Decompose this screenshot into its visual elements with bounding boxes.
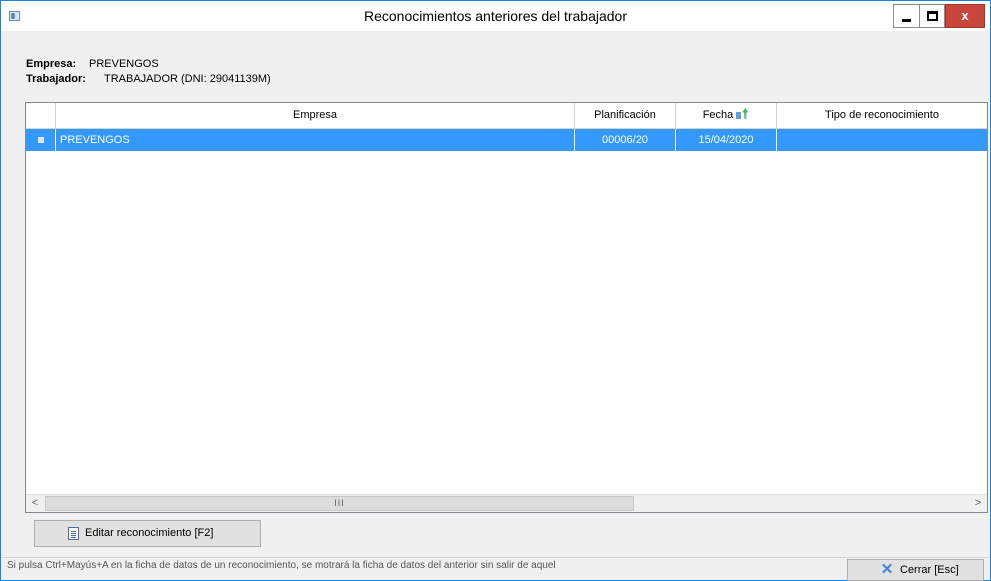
scroll-left-button[interactable]: < <box>26 495 44 512</box>
column-header-empresa[interactable]: Empresa <box>56 103 575 128</box>
column-header-fecha-label: Fecha <box>702 109 734 121</box>
column-header-fecha[interactable]: Fecha <box>676 103 777 128</box>
cell-tipo[interactable] <box>777 129 987 151</box>
status-bar: Si pulsa Ctrl+Mayús+A en la ficha de dat… <box>1 557 990 581</box>
column-header-planificacion[interactable]: Planificación <box>575 103 676 128</box>
edit-reconocimiento-button[interactable]: Editar reconocimiento [F2] <box>34 520 261 547</box>
dialog-window: Reconocimientos anteriores del trabajado… <box>0 0 991 581</box>
cell-empresa[interactable]: PREVENGOS <box>56 129 575 151</box>
edit-button-label: Editar reconocimiento [F2] <box>85 527 214 539</box>
scroll-right-button[interactable]: > <box>969 495 987 512</box>
empresa-value: PREVENGOS <box>89 58 159 70</box>
cell-fecha[interactable]: 15/04/2020 <box>676 129 777 151</box>
cerrar-button-label: Cerrar [Esc] <box>900 564 959 576</box>
window-title: Reconocimientos anteriores del trabajado… <box>363 8 628 24</box>
sort-icon <box>736 108 749 120</box>
empresa-label: Empresa: <box>26 58 77 70</box>
grid-header: Empresa Planificación Fecha Tipo de reco… <box>26 103 987 129</box>
trabajador-value: TRABAJADOR (DNI: 29041139M) <box>104 73 271 85</box>
cerrar-button[interactable]: ✕ Cerrar [Esc] <box>847 559 984 581</box>
window-close-button[interactable]: x <box>945 4 985 28</box>
reconocimientos-grid[interactable]: Empresa Planificación Fecha Tipo de reco… <box>25 102 988 513</box>
status-message: Si pulsa Ctrl+Mayús+A en la ficha de dat… <box>7 560 556 571</box>
empresa-info: Empresa: PREVENGOS <box>26 58 159 70</box>
trabajador-info: Trabajador: TRABAJADOR (DNI: 29041139M) <box>26 73 271 85</box>
title-bar[interactable]: Reconocimientos anteriores del trabajado… <box>1 1 990 31</box>
maximize-button[interactable] <box>919 4 945 28</box>
table-row[interactable]: PREVENGOS 00006/20 15/04/2020 <box>26 129 987 151</box>
horizontal-scrollbar[interactable]: < III > <box>26 494 987 512</box>
minimize-icon <box>902 19 911 22</box>
trabajador-label: Trabajador: <box>26 73 86 85</box>
minimize-button[interactable] <box>893 4 919 28</box>
close-icon: x <box>961 8 969 23</box>
document-icon <box>68 527 79 540</box>
header-corner[interactable] <box>26 103 56 128</box>
column-header-tipo[interactable]: Tipo de reconocimiento <box>777 103 987 128</box>
cell-planificacion[interactable]: 00006/20 <box>575 129 676 151</box>
maximize-icon <box>927 11 938 21</box>
row-indicator[interactable] <box>26 129 56 151</box>
row-selector-icon <box>38 137 44 143</box>
close-x-icon: ✕ <box>880 561 894 578</box>
scroll-thumb[interactable]: III <box>45 496 634 511</box>
